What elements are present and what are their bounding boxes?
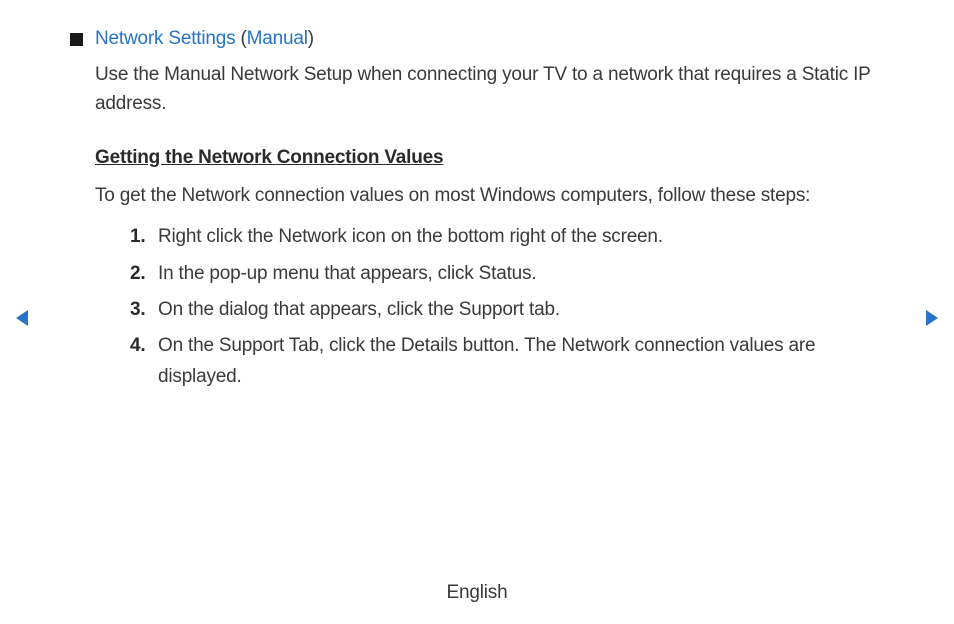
list-item: On the dialog that appears, click the Su… — [130, 295, 874, 325]
section-header: Network Settings (Manual) — [70, 28, 874, 50]
list-item: In the pop-up menu that appears, click S… — [130, 259, 874, 289]
list-item: On the Support Tab, click the Details bu… — [130, 331, 874, 392]
language-label: English — [0, 582, 954, 604]
title-prefix: Network Settings — [95, 28, 235, 49]
steps-list: Right click the Network icon on the bott… — [130, 222, 874, 392]
intro-text: Use the Manual Network Setup when connec… — [95, 60, 874, 119]
paren-open: ( — [235, 28, 246, 49]
bullet-icon — [70, 33, 83, 46]
next-page-button[interactable] — [924, 308, 940, 328]
subheading: Getting the Network Connection Values — [95, 147, 874, 169]
previous-page-button[interactable] — [14, 308, 30, 328]
arrow-right-icon — [924, 308, 940, 328]
paren-close: ) — [308, 28, 314, 49]
arrow-left-icon — [14, 308, 30, 328]
list-item: Right click the Network icon on the bott… — [130, 222, 874, 252]
subintro-text: To get the Network connection values on … — [95, 181, 874, 210]
title-inner: Manual — [247, 28, 308, 49]
section-title: Network Settings (Manual) — [95, 28, 314, 50]
